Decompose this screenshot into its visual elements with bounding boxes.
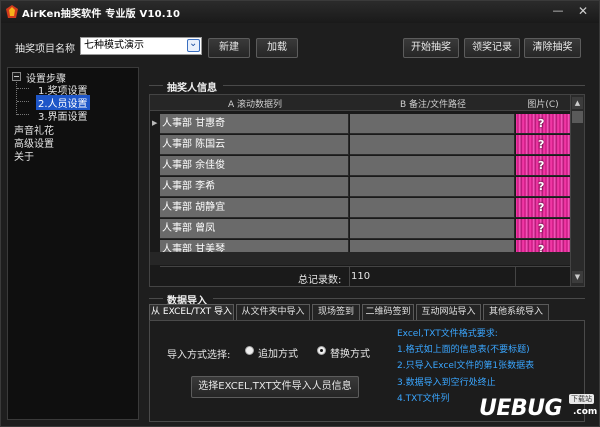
column-divider bbox=[349, 267, 350, 287]
prize-record-button[interactable]: 领奖记录 bbox=[464, 38, 520, 58]
picture-placeholder-icon[interactable]: ? bbox=[516, 198, 570, 218]
tab-excel-txt[interactable]: 从 EXCEL/TXT 导入 bbox=[149, 304, 234, 321]
table-row[interactable]: 人事部 胡静宜 ? bbox=[160, 197, 570, 218]
append-mode-radio[interactable] bbox=[245, 346, 254, 355]
tab-folder[interactable]: 从文件夹中导入 bbox=[236, 304, 310, 321]
cell-name[interactable]: 人事部 曾凤 bbox=[160, 219, 349, 239]
cell-name[interactable]: 人事部 陈国云 bbox=[160, 135, 349, 155]
table-row[interactable]: 人事部 甘美琴 ? bbox=[160, 239, 570, 253]
vertical-scrollbar[interactable]: ▲ ▼ bbox=[570, 95, 584, 286]
tab-qrcode-checkin[interactable]: 二维码签到 bbox=[362, 304, 414, 321]
scroll-up-icon[interactable]: ▲ bbox=[572, 97, 583, 109]
cell-note[interactable] bbox=[350, 198, 515, 218]
total-records-value: 110 bbox=[351, 271, 371, 282]
select-import-file-button[interactable]: 选择EXCEL,TXT文件导入人员信息 bbox=[191, 376, 359, 398]
settings-tree: 设置步骤 1.奖项设置 2.人员设置 3.界面设置 声音礼花 高级设置 关于 bbox=[7, 67, 139, 420]
table-row[interactable]: 人事部 甘惠奇 ? bbox=[160, 113, 570, 134]
cell-picture-mark: ? bbox=[538, 138, 545, 151]
load-button[interactable]: 加载 bbox=[256, 38, 298, 58]
dropdown-arrow-icon[interactable]: ⌄ bbox=[187, 38, 200, 52]
project-name-label: 抽奖项目名称 bbox=[15, 44, 75, 55]
picture-placeholder-icon[interactable]: ? bbox=[516, 135, 570, 155]
watermark-text: UEBUG bbox=[479, 396, 563, 421]
grid-header: A 滚动数据列 B 备注/文件路径 图片(C) bbox=[150, 95, 570, 111]
tree-connector-branch bbox=[17, 101, 29, 102]
help-line: 3.数据导入到空行处终止 bbox=[397, 378, 496, 388]
tree-connector-branch bbox=[17, 114, 29, 115]
watermark-suffix: .com bbox=[573, 407, 598, 417]
winner-info-title: 抽奖人信息 bbox=[167, 83, 217, 94]
help-line: 4.TXT文件列 bbox=[397, 394, 450, 404]
table-row[interactable]: 人事部 曾凤 ? bbox=[160, 218, 570, 239]
group-border bbox=[213, 298, 585, 299]
column-header-a[interactable]: A 滚动数据列 bbox=[162, 97, 348, 110]
site-watermark: UEBUG 下载站 .com bbox=[479, 394, 599, 426]
table-row[interactable]: 人事部 陈国云 ? bbox=[160, 134, 570, 155]
tab-other-system[interactable]: 其他系统导入 bbox=[483, 304, 549, 321]
window-title: AirKen抽奖软件 专业版 V10.10 bbox=[22, 9, 181, 20]
new-button[interactable]: 新建 bbox=[208, 38, 250, 58]
append-mode-label[interactable]: 追加方式 bbox=[258, 345, 298, 360]
watermark-badge: 下载站 bbox=[569, 394, 594, 404]
picture-placeholder-icon[interactable]: ? bbox=[516, 156, 570, 176]
scroll-down-icon[interactable]: ▼ bbox=[572, 271, 583, 283]
clear-draw-button[interactable]: 清除抽奖 bbox=[524, 38, 581, 58]
horizontal-scrollbar[interactable] bbox=[150, 252, 570, 265]
import-mode-label: 导入方式选择: bbox=[167, 350, 231, 361]
title-bar: AirKen抽奖软件 专业版 V10.10 — ✕ bbox=[1, 1, 599, 23]
cell-name[interactable]: 人事部 胡静宜 bbox=[160, 198, 349, 218]
replace-mode-radio[interactable] bbox=[317, 346, 326, 355]
total-records-label: 总记录数: bbox=[298, 275, 342, 286]
help-line: Excel,TXT文件格式要求: bbox=[397, 329, 498, 339]
tree-item-about[interactable]: 关于 bbox=[14, 148, 34, 163]
project-name-select[interactable]: 七种模式演示 bbox=[80, 37, 202, 55]
cell-picture-mark: ? bbox=[538, 201, 545, 214]
cell-note[interactable] bbox=[350, 156, 515, 176]
total-records-row: 总记录数: 110 bbox=[160, 266, 570, 287]
table-row[interactable]: 人事部 李希 ? bbox=[160, 176, 570, 197]
current-row-indicator: ▶ bbox=[152, 119, 158, 127]
column-header-b[interactable]: B 备注/文件路径 bbox=[350, 97, 516, 110]
help-line: 1.格式如上面的信息表(不要标题) bbox=[397, 345, 530, 355]
picture-placeholder-icon[interactable]: ? bbox=[516, 219, 570, 239]
group-border bbox=[223, 85, 585, 86]
minimize-button[interactable]: — bbox=[549, 3, 567, 19]
cell-name[interactable]: 人事部 李希 bbox=[160, 177, 349, 197]
start-draw-button[interactable]: 开始抽奖 bbox=[403, 38, 459, 58]
group-border bbox=[149, 298, 163, 299]
cell-name[interactable]: 人事部 余佳俊 bbox=[160, 156, 349, 176]
tree-item-ui-settings[interactable]: 3.界面设置 bbox=[38, 108, 88, 123]
cell-name[interactable]: 人事部 甘惠奇 bbox=[160, 114, 349, 134]
table-row[interactable]: 人事部 余佳俊 ? bbox=[160, 155, 570, 176]
app-logo-icon bbox=[6, 5, 18, 18]
picture-placeholder-icon[interactable]: ? bbox=[516, 114, 570, 134]
close-button[interactable]: ✕ bbox=[574, 3, 592, 19]
tab-website-import[interactable]: 互动网站导入 bbox=[416, 304, 481, 321]
picture-placeholder-icon[interactable]: ? bbox=[516, 177, 570, 197]
cell-picture-mark: ? bbox=[538, 222, 545, 235]
cell-picture-mark: ? bbox=[538, 159, 545, 172]
tree-connector bbox=[16, 82, 36, 115]
column-divider bbox=[515, 267, 516, 287]
column-header-picture[interactable]: 图片(C) bbox=[516, 97, 570, 110]
help-line: 2.只导入Excel文件的第1张数据表 bbox=[397, 361, 535, 371]
cell-note[interactable] bbox=[350, 177, 515, 197]
cell-note[interactable] bbox=[350, 135, 515, 155]
group-border bbox=[149, 85, 163, 86]
cell-note[interactable] bbox=[350, 219, 515, 239]
winner-grid[interactable]: A 滚动数据列 B 备注/文件路径 图片(C) ▶ 人事部 甘惠奇 ? 人事部 … bbox=[149, 94, 585, 287]
replace-mode-label[interactable]: 替换方式 bbox=[330, 345, 370, 360]
scroll-thumb[interactable] bbox=[572, 111, 583, 123]
tree-connector-branch bbox=[17, 88, 29, 89]
tree-collapse-icon[interactable] bbox=[12, 72, 21, 81]
cell-picture-mark: ? bbox=[538, 180, 545, 193]
cell-note[interactable] bbox=[350, 114, 515, 134]
cell-picture-mark: ? bbox=[538, 117, 545, 130]
tab-onsite-checkin[interactable]: 现场签到 bbox=[312, 304, 360, 321]
app-window: AirKen抽奖软件 专业版 V10.10 — ✕ 抽奖项目名称 七种模式演示 … bbox=[0, 0, 600, 427]
